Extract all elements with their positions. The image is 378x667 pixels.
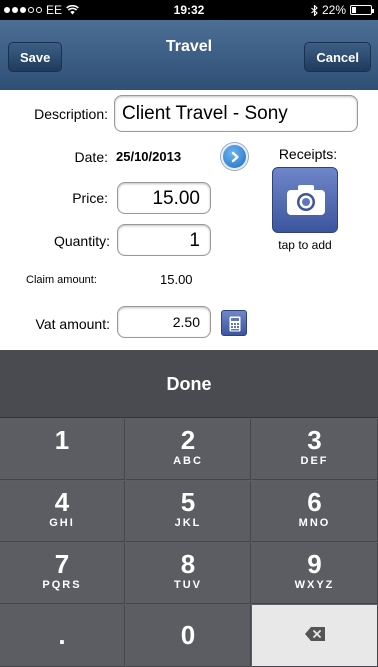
- bluetooth-icon: [311, 4, 318, 16]
- receipts-label: Receipts:: [278, 146, 338, 162]
- description-field[interactable]: Client Travel - Sony: [114, 95, 358, 132]
- tap-to-add-label: tap to add: [278, 238, 332, 252]
- key-3[interactable]: 3 DEF: [252, 419, 378, 480]
- quantity-field[interactable]: 1: [117, 224, 211, 256]
- date-value: 25/10/2013: [116, 149, 182, 164]
- quantity-label: Quantity:: [53, 233, 110, 249]
- delete-key[interactable]: [252, 605, 378, 667]
- navigation-bar: Save Travel Cancel: [0, 20, 378, 90]
- price-value: 15.00: [152, 188, 200, 209]
- claim-amount-value: 15.00: [160, 272, 193, 287]
- cancel-button[interactable]: Cancel: [304, 42, 371, 72]
- key-2[interactable]: 2 ABC: [126, 419, 251, 480]
- key-5[interactable]: 5 JKL: [126, 481, 251, 542]
- date-picker-button[interactable]: [221, 143, 248, 170]
- claim-amount-label: Claim amount:: [26, 274, 97, 286]
- key-decimal[interactable]: .: [0, 605, 125, 667]
- description-label: Description:: [34, 106, 108, 122]
- add-receipt-button[interactable]: [272, 167, 338, 233]
- calculate-vat-button[interactable]: [221, 310, 247, 336]
- key-4[interactable]: 4 GHI: [0, 481, 125, 542]
- vat-amount-label: Vat amount:: [35, 316, 110, 332]
- price-field[interactable]: 15.00: [117, 182, 211, 214]
- done-button[interactable]: Done: [0, 350, 378, 418]
- battery-percent: 22%: [321, 3, 346, 17]
- vat-amount-value: 2.50: [172, 314, 200, 330]
- vat-amount-field[interactable]: 2.50: [117, 306, 211, 338]
- chevron-right-icon: [231, 151, 239, 163]
- numeric-keyboard: Done 1 2 ABC 3 DEF 4 GHI 5 JKL 6 MNO 7 PQRS 8T…: [0, 350, 378, 667]
- battery-icon: [350, 5, 374, 15]
- key-7[interactable]: 7 PQRS: [0, 543, 125, 604]
- quantity-value: 1: [189, 230, 200, 251]
- status-bar: EE 19:32 22%: [0, 0, 378, 20]
- date-label: Date:: [74, 149, 108, 165]
- key-8[interactable]: 8 TUV: [126, 543, 251, 604]
- price-label: Price:: [72, 190, 108, 206]
- expense-form: Description: Client Travel - Sony Date: …: [0, 90, 378, 350]
- description-value: Client Travel - Sony: [122, 103, 288, 124]
- key-6[interactable]: 6 MNO: [252, 481, 378, 542]
- key-9[interactable]: 9 WXYZ: [252, 543, 378, 604]
- key-0[interactable]: 0: [126, 605, 251, 667]
- calculator-icon: [229, 316, 241, 332]
- camera-icon: [287, 185, 325, 215]
- key-1[interactable]: 1: [0, 419, 125, 480]
- backspace-icon: [305, 627, 325, 641]
- status-right: 22%: [311, 3, 374, 17]
